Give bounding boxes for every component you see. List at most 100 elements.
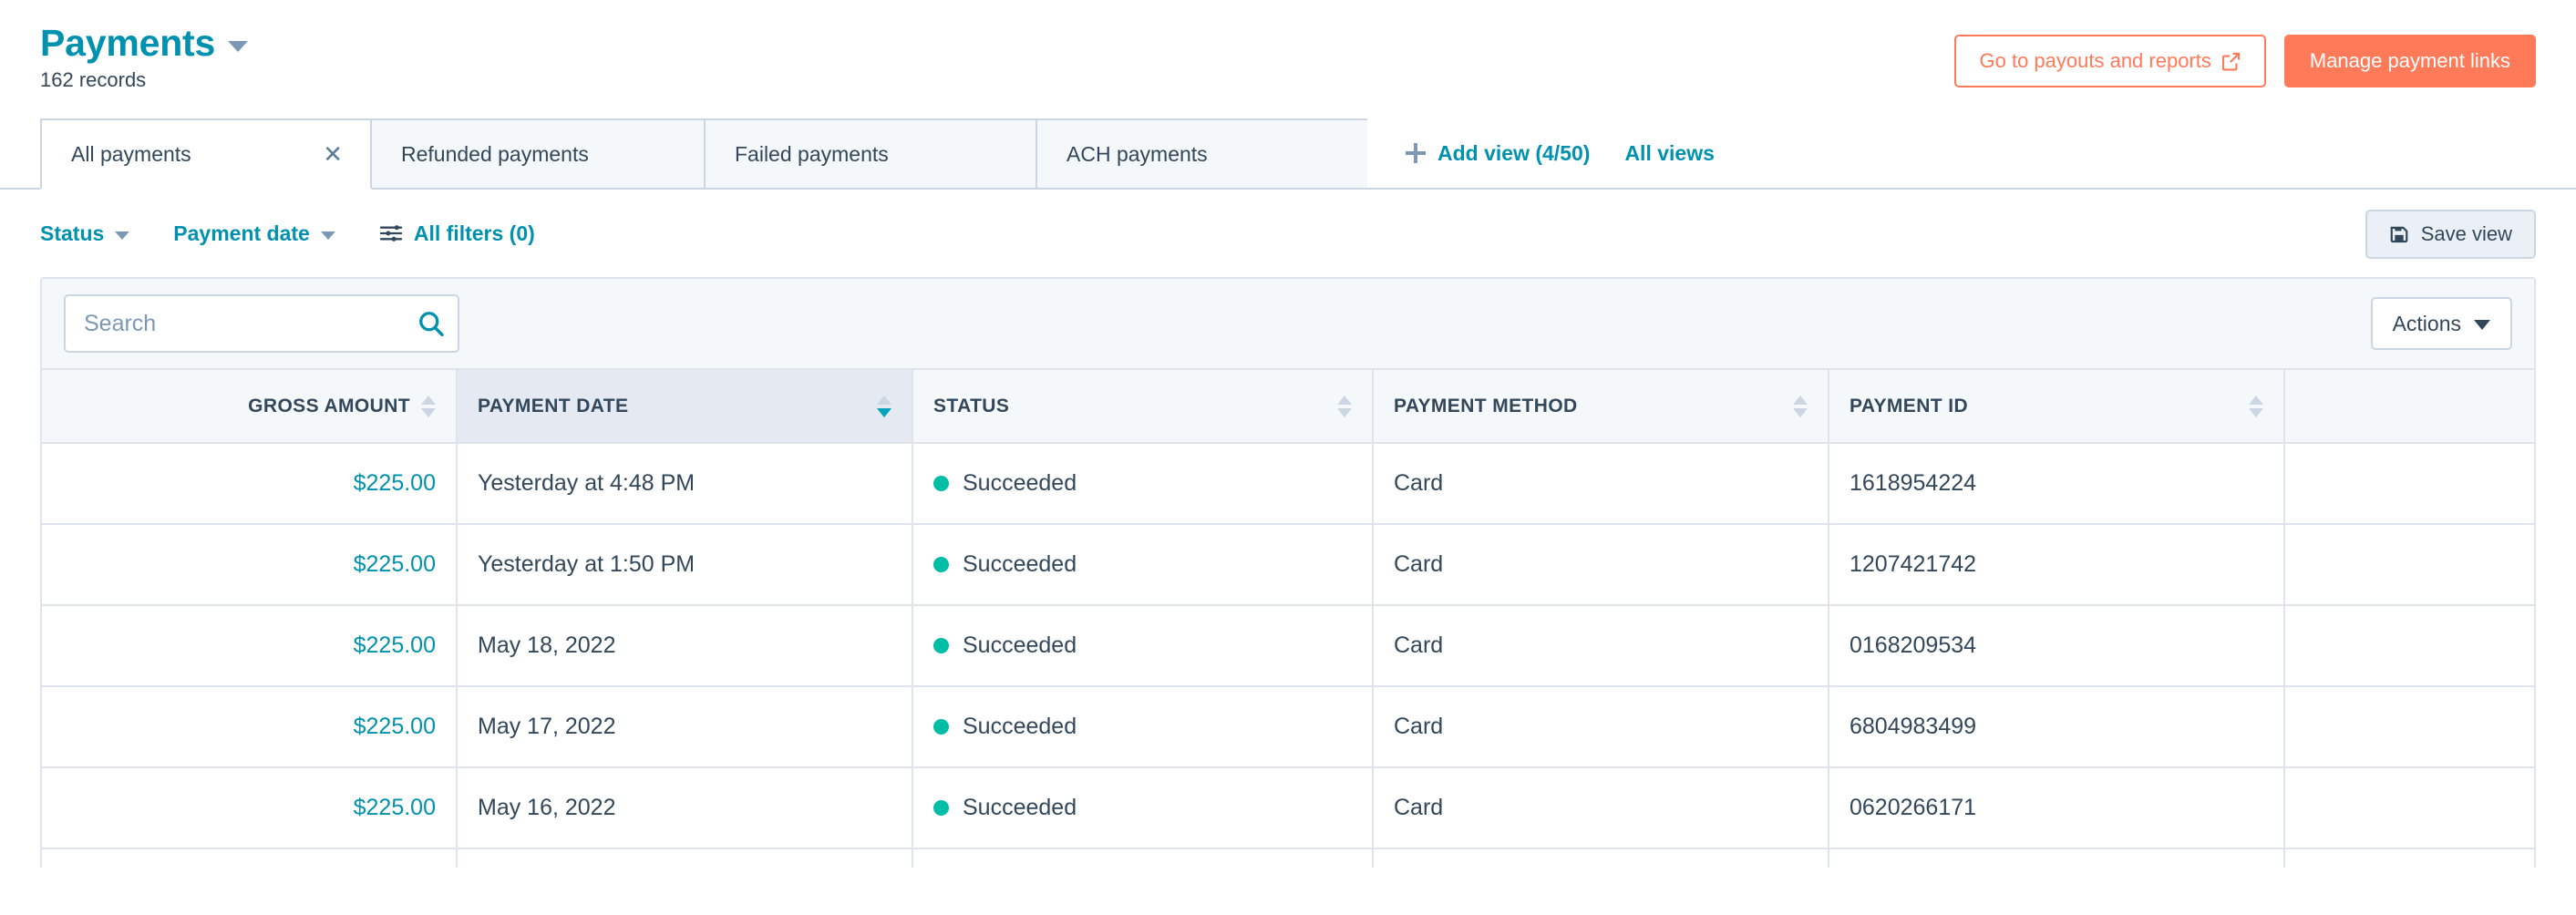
save-view-button[interactable]: Save view [2365, 210, 2536, 259]
table-row[interactable]: $225.00 Yesterday at 4:48 PM Succeeded Card… [42, 443, 2534, 525]
cell-payment-method: Card [1373, 605, 1829, 687]
go-to-payouts-and-reports-button[interactable]: Go to payouts and reports [1953, 35, 2266, 87]
column-header-payment-method[interactable]: PAYMENT METHOD [1373, 370, 1829, 444]
search-wrapper [64, 294, 459, 353]
table-row[interactable]: $225.00May 15, 2022RefundedCard166192851… [42, 848, 2534, 868]
cell-payment-id: 1661928513 [1829, 848, 2285, 868]
sort-arrows-icon[interactable] [877, 395, 891, 417]
search-icon[interactable] [417, 310, 445, 337]
all-views-link[interactable]: All views [1624, 141, 1714, 166]
sort-arrows-icon[interactable] [1337, 395, 1352, 417]
chevron-down-icon [115, 231, 130, 240]
status-badge: Succeeded [933, 632, 1352, 659]
column-header-status[interactable]: STATUS [912, 370, 1374, 444]
status-badge: Succeeded [933, 551, 1352, 578]
all-filters-label: All filters (0) [413, 221, 535, 245]
filter-status-label: Status [40, 221, 105, 245]
table-header: GROSS AMOUNT PAYMENT DATE STATUS PAYMENT… [42, 370, 2534, 444]
cell-payment-id: 0168209534 [1829, 605, 2285, 687]
tab-ach-payments[interactable]: ACH payments [1036, 118, 1367, 188]
status-dot-icon [933, 800, 949, 816]
cell-gross-amount: $225.00 [42, 848, 458, 868]
filter-payment-date-dropdown[interactable]: Payment date [173, 221, 335, 246]
chevron-down-icon [320, 231, 335, 240]
plus-icon [1406, 143, 1426, 163]
status-dot-icon [933, 719, 949, 735]
column-header-payment-id[interactable]: PAYMENT ID [1829, 370, 2285, 444]
column-header-spacer [2284, 370, 2534, 444]
cell-payment-method: Card [1373, 524, 1829, 606]
gross-amount-link[interactable]: $225.00 [354, 795, 436, 820]
manage-payment-links-label: Manage payment links [2309, 49, 2510, 72]
cell-gross-amount: $225.00 [42, 686, 458, 768]
sliders-icon [379, 223, 403, 243]
status-dot-icon [933, 557, 949, 572]
cell-payment-method: Card [1373, 848, 1829, 868]
save-view-label: Save view [2420, 222, 2512, 245]
actions-dropdown-button[interactable]: Actions [2370, 297, 2512, 350]
chevron-down-icon[interactable] [228, 40, 249, 52]
sort-arrows-icon[interactable] [2249, 395, 2263, 417]
manage-payment-links-button[interactable]: Manage payment links [2283, 35, 2536, 87]
cell-gross-amount: $225.00 [42, 767, 458, 849]
gross-amount-link[interactable]: $225.00 [354, 632, 436, 658]
tab-label: Refunded payments [401, 141, 589, 166]
status-dot-icon [933, 638, 949, 653]
cell-payment-id: 6804983499 [1829, 686, 2285, 768]
status-label: Succeeded [963, 551, 1077, 577]
cell-row-actions [2284, 848, 2534, 868]
header-actions: Go to payouts and reports Manage payment… [1953, 35, 2536, 87]
add-view-button[interactable]: Add view (4/50) [1406, 141, 1590, 166]
cell-status: Refunded [912, 848, 1374, 868]
status-dot-icon [933, 476, 949, 491]
views-tab-bar: All payments ✕ Refunded payments Failed … [0, 118, 2576, 190]
table-row[interactable]: $225.00 May 16, 2022 Succeeded Card 06202661… [42, 767, 2534, 849]
sort-arrows-icon[interactable] [1793, 395, 1808, 417]
status-badge: Succeeded [933, 714, 1352, 740]
gross-amount-link[interactable]: $225.00 [354, 714, 436, 739]
external-link-icon [2221, 52, 2241, 71]
cell-status: Succeeded [912, 686, 1374, 768]
column-label: PAYMENT DATE [478, 395, 629, 416]
close-icon[interactable]: ✕ [323, 142, 343, 166]
cell-payment-date: May 17, 2022 [457, 686, 913, 768]
column-header-payment-date[interactable]: PAYMENT DATE [457, 370, 913, 444]
gross-amount-link[interactable]: $225.00 [354, 551, 436, 577]
column-label: PAYMENT ID [1850, 395, 1969, 416]
table-body: $225.00 Yesterday at 4:48 PM Succeeded Card… [42, 443, 2534, 868]
tab-failed-payments[interactable]: Failed payments [704, 118, 1036, 188]
gross-amount-link[interactable]: $225.00 [354, 470, 436, 496]
cell-payment-method: Card [1373, 443, 1829, 525]
sort-arrows-icon[interactable] [421, 395, 436, 417]
column-label: GROSS AMOUNT [248, 395, 410, 416]
status-badge: Succeeded [933, 795, 1352, 821]
search-input[interactable] [64, 294, 459, 353]
tab-refunded-payments[interactable]: Refunded payments [372, 118, 704, 188]
cell-status: Succeeded [912, 443, 1374, 525]
actions-label: Actions [2392, 311, 2461, 335]
table-row[interactable]: $225.00 Yesterday at 1:50 PM Succeeded Card… [42, 524, 2534, 606]
table-row[interactable]: $225.00 May 17, 2022 Succeeded Card 68049834… [42, 686, 2534, 768]
tabs-right-actions: Add view (4/50) All views [1367, 118, 1715, 188]
tab-all-payments[interactable]: All payments ✕ [40, 118, 372, 190]
cell-payment-date: Yesterday at 4:48 PM [457, 443, 913, 525]
column-header-gross-amount[interactable]: GROSS AMOUNT [42, 370, 458, 444]
table-toolbar: Actions [42, 279, 2534, 370]
payments-table-card: Actions GROSS AMOUNT [40, 277, 2536, 868]
all-filters-button[interactable]: All filters (0) [379, 221, 535, 246]
add-view-label: Add view (4/50) [1437, 140, 1591, 165]
cell-payment-method: Card [1373, 686, 1829, 768]
column-label: PAYMENT METHOD [1394, 395, 1578, 416]
table-row[interactable]: $225.00 May 18, 2022 Succeeded Card 01682095… [42, 605, 2534, 687]
filter-payment-date-label: Payment date [173, 221, 310, 245]
page-header: Payments 162 records Go to payouts and r… [0, 0, 2576, 118]
status-label: Succeeded [963, 632, 1077, 658]
cell-payment-method: Card [1373, 767, 1829, 849]
cell-row-actions [2284, 767, 2534, 849]
go-to-payouts-label: Go to payouts and reports [1979, 49, 2211, 72]
column-label: STATUS [933, 395, 1010, 416]
filter-status-dropdown[interactable]: Status [40, 221, 130, 246]
cell-payment-date: May 16, 2022 [457, 767, 913, 849]
table-header-row: GROSS AMOUNT PAYMENT DATE STATUS PAYMENT… [42, 370, 2534, 444]
cell-payment-date: May 18, 2022 [457, 605, 913, 687]
